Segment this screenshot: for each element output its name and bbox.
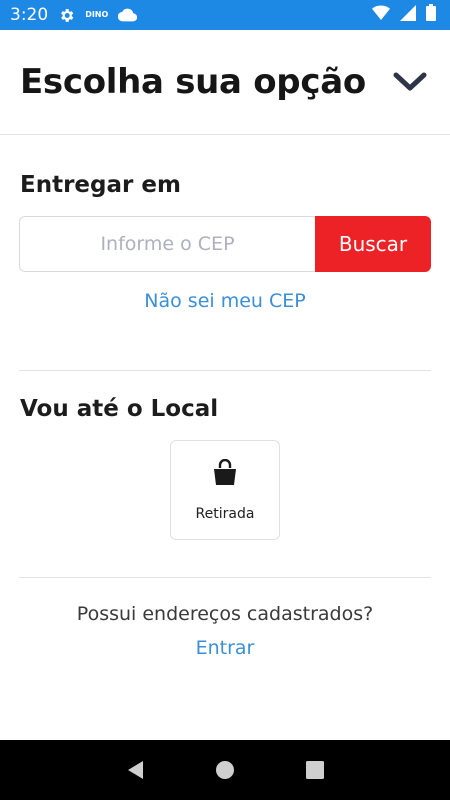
dino-label: DINO	[85, 10, 109, 19]
home-icon[interactable]	[205, 750, 245, 790]
pickup-option-card[interactable]: Retirada	[170, 440, 280, 540]
status-time: 3:20	[10, 5, 49, 25]
status-bar: 3:20 DINO	[0, 0, 450, 30]
login-link[interactable]: Entrar	[0, 637, 450, 659]
cloud-icon	[118, 8, 138, 22]
cep-input[interactable]	[19, 216, 315, 272]
page-title: Escolha sua opção	[20, 62, 366, 102]
pickup-section-title: Vou até o Local	[20, 396, 219, 422]
signal-icon	[400, 4, 416, 26]
recents-icon[interactable]	[295, 750, 335, 790]
wifi-icon	[372, 5, 390, 25]
divider	[19, 577, 431, 578]
pickup-option-label: Retirada	[195, 505, 255, 522]
settings-icon	[58, 7, 75, 24]
chevron-down-icon[interactable]	[390, 62, 430, 102]
battery-icon	[426, 4, 436, 26]
dino-app-icon: DINO	[85, 11, 108, 19]
saved-addresses-question: Possui endereços cadastrados?	[76, 603, 374, 625]
back-icon[interactable]	[115, 750, 155, 790]
unknown-cep-link[interactable]: Não sei meu CEP	[0, 290, 450, 312]
options-header: Escolha sua opção	[0, 30, 450, 135]
delivery-section-title: Entregar em	[20, 172, 181, 198]
divider	[19, 370, 431, 371]
search-button[interactable]: Buscar	[315, 216, 431, 272]
shopping-bag-icon	[211, 458, 239, 492]
cep-search-row: Buscar	[19, 216, 431, 272]
navigation-bar	[0, 740, 450, 800]
